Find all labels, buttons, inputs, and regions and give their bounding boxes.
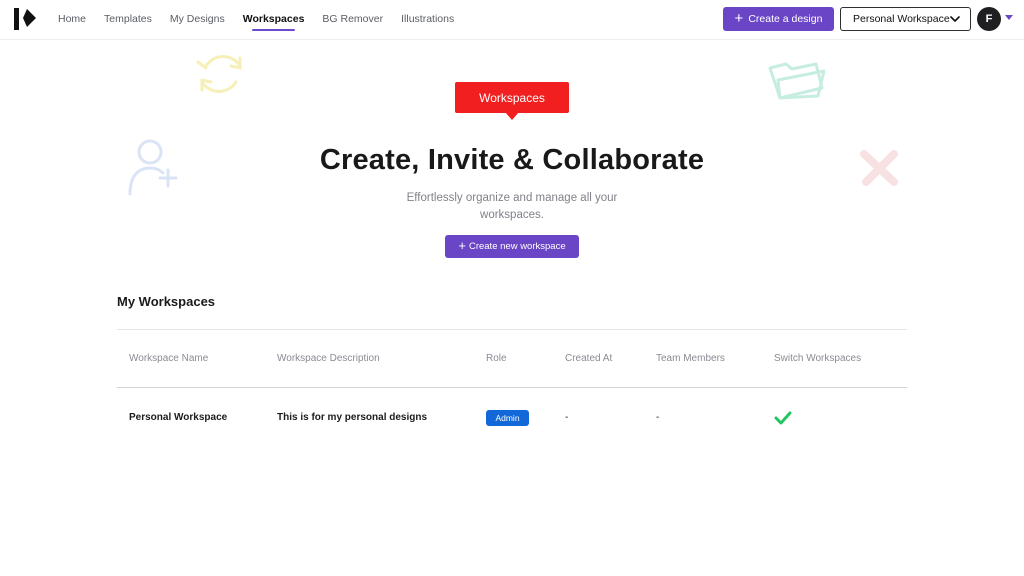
logo-icon[interactable]: [14, 8, 38, 30]
team-members: -: [656, 412, 660, 423]
create-workspace-button[interactable]: + Create new workspace: [445, 235, 579, 258]
col-header-created-at: Created At: [565, 353, 613, 364]
plus-icon: +: [458, 238, 466, 253]
nav-bg-remover[interactable]: BG Remover: [313, 0, 392, 40]
nav-workspaces[interactable]: Workspaces: [234, 0, 314, 40]
workspaces-badge: Workspaces: [455, 82, 569, 120]
divider: [117, 329, 907, 330]
create-design-label: Create a design: [748, 13, 823, 25]
nav-home[interactable]: Home: [58, 0, 95, 40]
chevron-down-icon: [950, 16, 960, 22]
create-workspace-label: Create new workspace: [468, 241, 566, 252]
col-header-team-members: Team Members: [656, 353, 725, 364]
plus-icon: +: [734, 9, 744, 27]
create-design-button[interactable]: + Create a design: [723, 7, 834, 31]
workspace-selector-value: Personal Workspace: [853, 13, 950, 25]
main-nav: Home Templates My Designs Workspaces BG …: [58, 0, 463, 40]
role-badge: Admin: [486, 410, 529, 426]
avatar-dropdown-icon[interactable]: [1005, 15, 1013, 20]
avatar[interactable]: F: [977, 7, 1001, 31]
divider: [117, 387, 907, 388]
nav-templates[interactable]: Templates: [95, 0, 161, 40]
nav-my-designs[interactable]: My Designs: [161, 0, 234, 40]
created-at: -: [565, 412, 569, 423]
check-icon[interactable]: [774, 410, 792, 426]
nav-illustrations[interactable]: Illustrations: [392, 0, 463, 40]
workspace-description: This is for my personal designs: [277, 412, 428, 423]
col-header-description: Workspace Description: [277, 353, 380, 364]
col-header-role: Role: [486, 353, 507, 364]
workspace-name: Personal Workspace: [129, 412, 228, 423]
col-header-switch: Switch Workspaces: [774, 353, 862, 364]
page-title: Create, Invite & Collaborate: [319, 144, 705, 176]
top-navbar: Home Templates My Designs Workspaces BG …: [0, 0, 1024, 40]
folder-icon: [768, 62, 826, 100]
workspace-selector[interactable]: Personal Workspace: [840, 7, 971, 31]
page-subtitle: Effortlessly organize and manage all you…: [406, 192, 618, 221]
section-title: My Workspaces: [117, 294, 216, 309]
col-header-name: Workspace Name: [129, 353, 209, 364]
refresh-icon: [196, 55, 242, 93]
